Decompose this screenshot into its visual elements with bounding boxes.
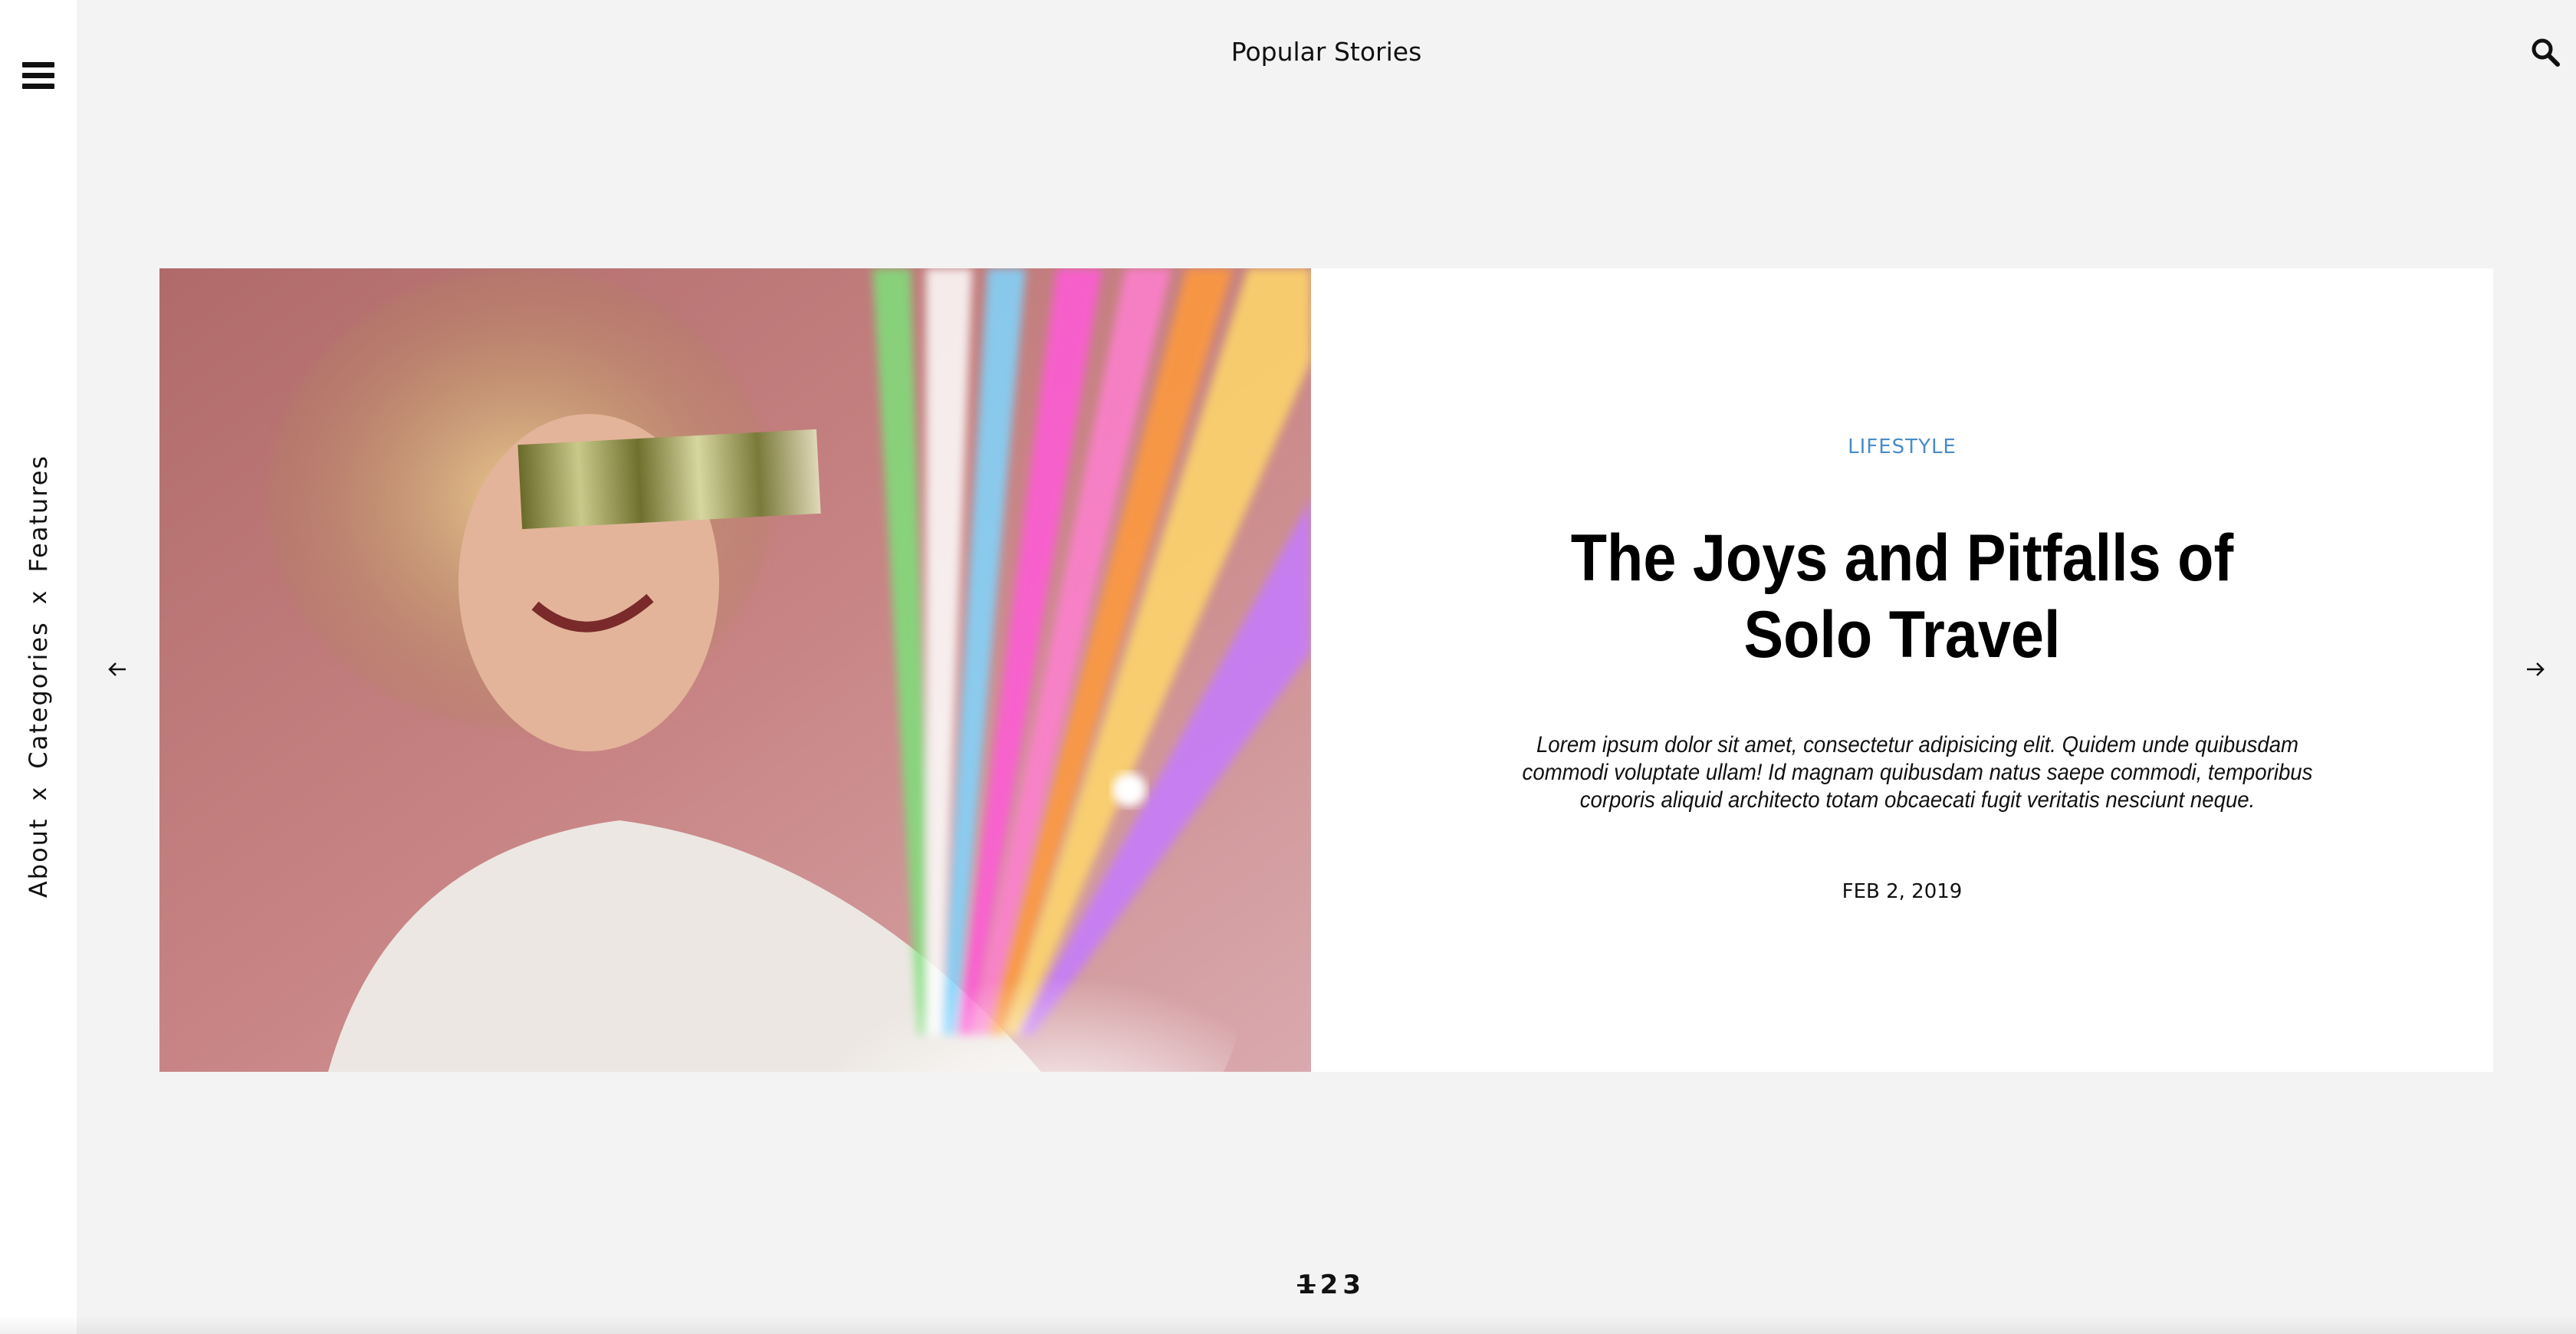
pagination: 1 2 3 <box>1297 1270 1361 1300</box>
nav-features-link[interactable]: Features <box>24 455 53 573</box>
bottom-shadow <box>0 1316 2576 1334</box>
side-nav: About x Categories x Features <box>24 455 53 898</box>
arrow-left-icon[interactable] <box>106 658 129 681</box>
nav-separator: x <box>25 785 52 801</box>
story-photo <box>159 268 1311 1072</box>
search-icon[interactable] <box>2530 37 2561 67</box>
story-excerpt: Lorem ipsum dolor sit amet, consectetur … <box>1522 732 2313 813</box>
page-1-link[interactable]: 1 <box>1297 1270 1316 1300</box>
nav-categories-link[interactable]: Categories <box>24 621 53 768</box>
page-title: Popular Stories <box>1230 37 1422 67</box>
story-category[interactable]: LIFESTYLE <box>1311 435 2493 458</box>
nav-separator: x <box>25 589 52 605</box>
story-card[interactable]: LIFESTYLE The Joys and Pitfalls of Solo … <box>159 268 2493 1072</box>
nav-about-link[interactable]: About <box>24 818 53 899</box>
story-title[interactable]: The Joys and Pitfalls of Solo Travel <box>1522 520 2282 673</box>
story-date: FEB 2, 2019 <box>1842 880 1963 903</box>
story-image[interactable] <box>159 268 1311 1072</box>
sidebar: About x Categories x Features <box>0 0 77 1334</box>
page-2-link[interactable]: 2 <box>1320 1270 1339 1300</box>
arrow-right-icon[interactable] <box>2524 658 2547 681</box>
page-3-link[interactable]: 3 <box>1342 1270 1361 1300</box>
story-content: LIFESTYLE The Joys and Pitfalls of Solo … <box>1311 268 2493 1072</box>
